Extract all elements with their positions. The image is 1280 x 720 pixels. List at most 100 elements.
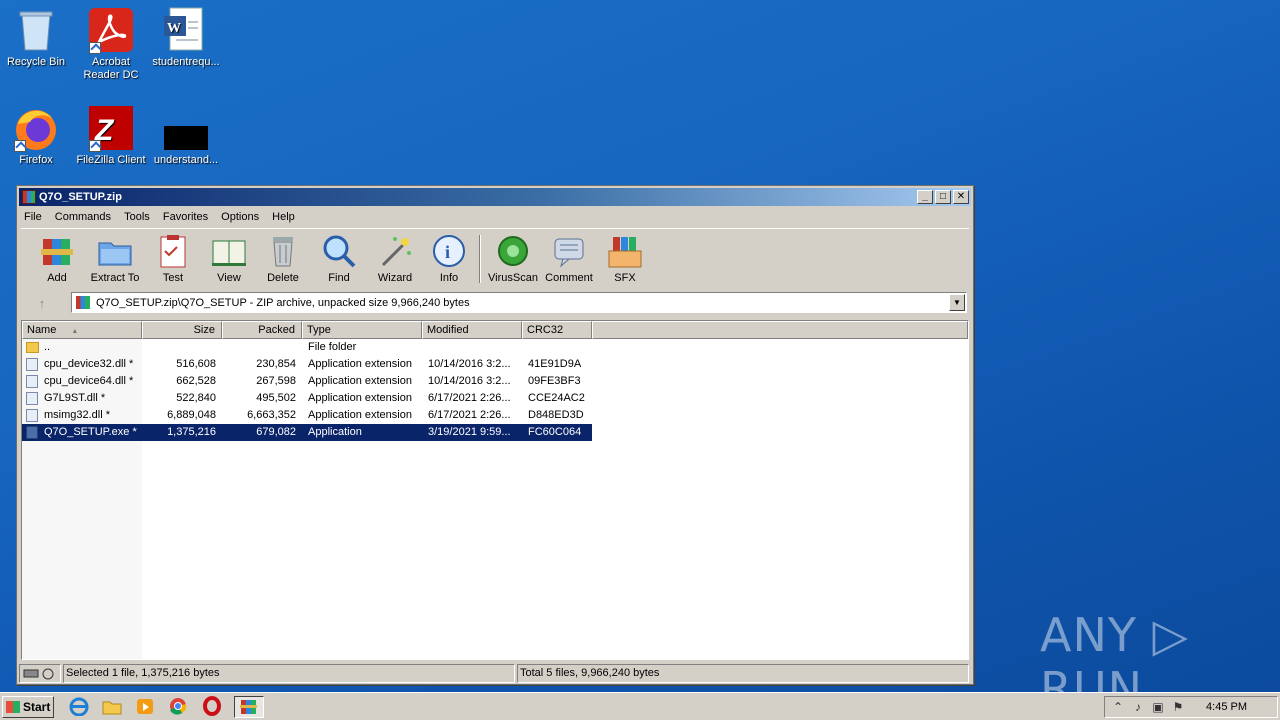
shortcut-arrow-icon (14, 140, 26, 152)
find-magnifier-icon (321, 233, 357, 269)
winrar-taskbar-icon[interactable] (234, 696, 264, 718)
status-bar: Selected 1 file, 1,375,216 bytes Total 5… (19, 664, 971, 684)
delete-trash-icon (265, 233, 301, 269)
menu-bar: File Commands Tools Favorites Options He… (19, 208, 971, 226)
menu-options[interactable]: Options (216, 208, 264, 226)
table-row[interactable]: msimg32.dll * 6,889,048 6,663,352 Applic… (22, 407, 592, 424)
winrar-icon (22, 190, 36, 204)
test-clipboard-icon (155, 233, 191, 269)
list-item-parent-folder[interactable]: .. File folder (22, 339, 592, 356)
column-packed[interactable]: Packed (222, 321, 302, 339)
add-archive-icon (39, 233, 75, 269)
address-bar[interactable]: Q7O_SETUP.zip\Q7O_SETUP - ZIP archive, u… (71, 292, 967, 313)
virusscan-bug-icon (495, 233, 531, 269)
archive-icon (76, 296, 90, 309)
comment-button[interactable]: Comment (539, 233, 599, 284)
desktop-icon-understand[interactable]: understand... (148, 104, 224, 167)
close-button[interactable]: ✕ (953, 190, 969, 204)
extract-folder-icon (97, 233, 133, 269)
column-modified[interactable]: Modified (422, 321, 522, 339)
exe-file-icon (26, 426, 38, 439)
sort-ascending-icon: ▲ (71, 328, 79, 335)
dll-file-icon (26, 358, 38, 371)
menu-commands[interactable]: Commands (50, 208, 116, 226)
desktop-icon-acrobat[interactable]: Acrobat Reader DC (73, 6, 149, 82)
network-icon[interactable]: ▣ (1151, 700, 1165, 714)
add-button[interactable]: Add (27, 233, 87, 284)
info-icon: i (431, 233, 467, 269)
title-bar[interactable]: Q7O_SETUP.zip _ □ ✕ (19, 188, 971, 206)
delete-button[interactable]: Delete (253, 233, 313, 284)
volume-icon[interactable]: ♪ (1131, 700, 1145, 714)
black-file-icon (162, 104, 210, 152)
wizard-button[interactable]: Wizard (365, 233, 425, 284)
address-row: ↑ Q7O_SETUP.zip\Q7O_SETUP - ZIP archive,… (21, 292, 969, 314)
filezilla-icon: Z (87, 104, 135, 152)
menu-help[interactable]: Help (267, 208, 300, 226)
media-player-taskbar-icon[interactable] (134, 696, 158, 718)
desktop-icon-filezilla[interactable]: Z FileZilla Client (73, 104, 149, 167)
clock[interactable]: 4:45 PM (1206, 697, 1247, 717)
column-name[interactable]: Name ▲ (22, 321, 142, 339)
show-hidden-icons-icon[interactable]: ⌃ (1111, 700, 1125, 714)
comment-icon (551, 233, 587, 269)
system-tray: ⌃ ♪ ▣ ⚑ 4:45 PM (1104, 696, 1278, 718)
dll-file-icon (26, 375, 38, 388)
windows-logo-icon (6, 701, 20, 713)
maximize-button[interactable]: □ (935, 190, 951, 204)
table-row[interactable]: cpu_device64.dll * 662,528 267,598 Appli… (22, 373, 592, 390)
wizard-wand-icon (377, 233, 413, 269)
winrar-window: Q7O_SETUP.zip _ □ ✕ File Commands Tools … (16, 185, 974, 685)
address-dropdown-button[interactable]: ▼ (949, 294, 965, 311)
menu-tools[interactable]: Tools (119, 208, 155, 226)
column-size[interactable]: Size (142, 321, 222, 339)
start-button[interactable]: Start (2, 696, 54, 718)
menu-favorites[interactable]: Favorites (158, 208, 213, 226)
dll-file-icon (26, 392, 38, 405)
view-button[interactable]: View (199, 233, 259, 284)
table-row[interactable]: cpu_device32.dll * 516,608 230,854 Appli… (22, 356, 592, 373)
info-button[interactable]: i Info (419, 233, 479, 284)
address-text: Q7O_SETUP.zip\Q7O_SETUP - ZIP archive, u… (96, 297, 470, 309)
explorer-taskbar-icon[interactable] (101, 696, 125, 718)
svg-text:i: i (445, 242, 450, 262)
desktop-icon-firefox[interactable]: Firefox (0, 104, 74, 167)
find-button[interactable]: Find (309, 233, 369, 284)
word-document-icon: W (162, 6, 210, 54)
column-header: Name ▲ Size Packed Type Modified CRC32 (22, 321, 968, 339)
svg-text:W: W (167, 21, 181, 36)
recycle-bin-icon (12, 6, 60, 54)
shortcut-arrow-icon (89, 42, 101, 54)
status-selected: Selected 1 file, 1,375,216 bytes (63, 664, 515, 683)
toolbar: Add Extract To Test View Delete Find Wiz… (21, 228, 969, 290)
table-row-selected[interactable]: Q7O_SETUP.exe * 1,375,216 679,082 Applic… (22, 424, 592, 441)
sfx-button[interactable]: SFX (595, 233, 655, 284)
window-title: Q7O_SETUP.zip (39, 191, 122, 203)
status-total: Total 5 files, 9,966,240 bytes (517, 664, 969, 683)
virusscan-button[interactable]: VirusScan (483, 233, 543, 284)
chrome-taskbar-icon[interactable] (167, 696, 191, 718)
menu-file[interactable]: File (19, 208, 47, 226)
ie-taskbar-icon[interactable] (68, 696, 92, 718)
desktop-icon-recycle-bin[interactable]: Recycle Bin (0, 6, 74, 69)
dll-file-icon (26, 409, 38, 422)
drive-icon[interactable] (19, 664, 61, 683)
sfx-box-icon (607, 233, 643, 269)
action-center-flag-icon[interactable]: ⚑ (1171, 700, 1185, 714)
test-button[interactable]: Test (143, 233, 203, 284)
column-crc32[interactable]: CRC32 (522, 321, 592, 339)
up-one-level-button[interactable]: ↑ (27, 295, 57, 313)
column-type[interactable]: Type (302, 321, 422, 339)
view-book-icon (211, 233, 247, 269)
folder-icon (26, 342, 39, 353)
opera-taskbar-icon[interactable] (201, 696, 225, 718)
extract-to-button[interactable]: Extract To (85, 233, 145, 284)
desktop-icon-studentrequ[interactable]: W studentrequ... (148, 6, 224, 69)
acrobat-icon (87, 6, 135, 54)
minimize-button[interactable]: _ (917, 190, 933, 204)
table-row[interactable]: G7L9ST.dll * 522,840 495,502 Application… (22, 390, 592, 407)
toolbar-separator (479, 235, 481, 283)
taskbar: Start ⌃ ♪ ▣ ⚑ 4:45 PM (0, 692, 1280, 720)
firefox-icon (12, 104, 60, 152)
file-list: Name ▲ Size Packed Type Modified CRC32 .… (21, 320, 969, 660)
